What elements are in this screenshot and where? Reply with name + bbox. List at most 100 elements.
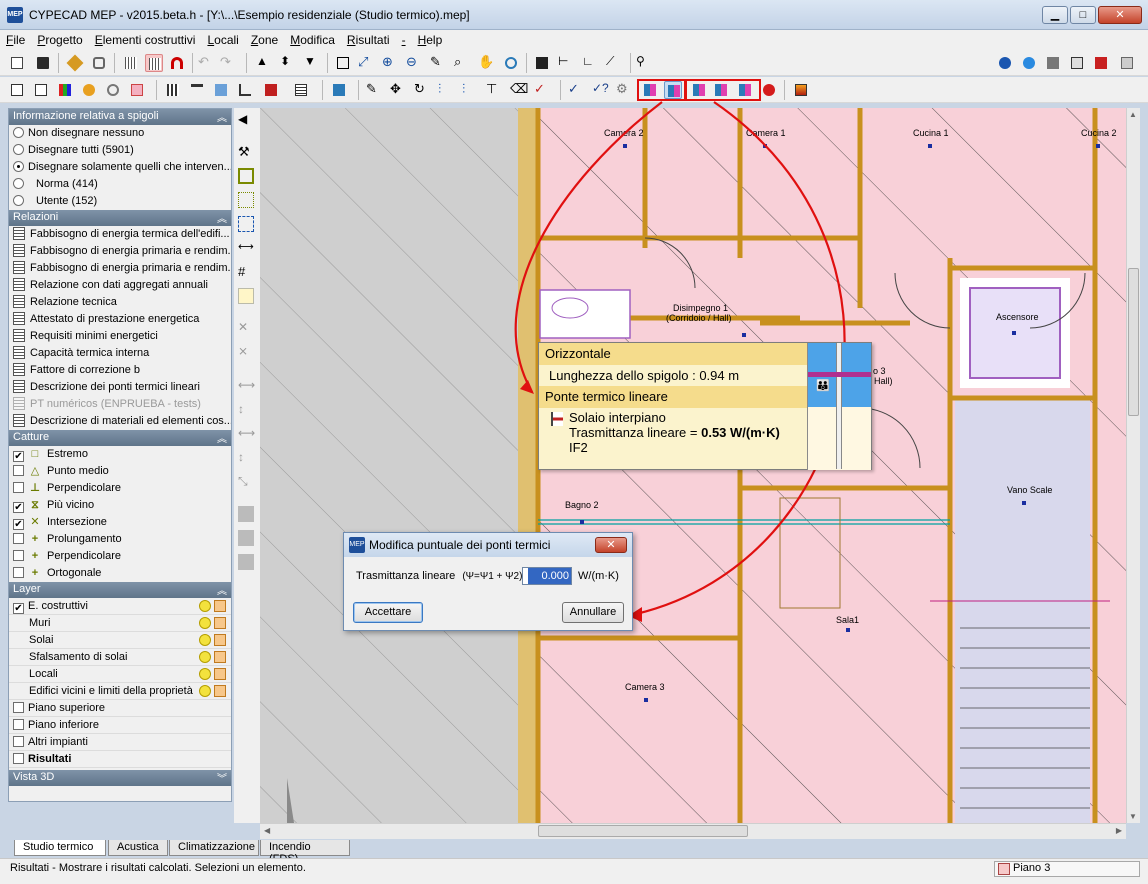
link-icon[interactable]	[104, 81, 122, 99]
radio-button[interactable]	[13, 161, 24, 172]
3d-view-icon[interactable]	[533, 54, 551, 72]
pen-icon[interactable]: ✎	[430, 54, 448, 72]
copy-mirror-icon[interactable]: ⫶	[462, 81, 480, 99]
dialog-close-button[interactable]: ✕	[595, 537, 627, 553]
center-snap-icon[interactable]	[238, 192, 254, 208]
web-globe-icon[interactable]	[1020, 54, 1038, 72]
layer-visibility-icon[interactable]	[199, 668, 227, 681]
diagonal-arrows-icon[interactable]: ⤡	[238, 474, 254, 490]
pattern-icon[interactable]	[238, 216, 254, 232]
snap-option[interactable]: ⊥ Perpendicolare	[9, 480, 231, 497]
document-icon[interactable]	[32, 81, 50, 99]
info-option[interactable]: Non disegnare nessuno	[9, 125, 231, 142]
horizontal-arrows-icon[interactable]: ⟷	[238, 378, 255, 394]
search-binoculars-icon[interactable]: ⚲	[636, 54, 654, 72]
snap-option[interactable]: ✔ ⧖ Più vicino	[9, 497, 231, 514]
horizontal-arrows-2-icon[interactable]: ⟷	[238, 426, 255, 442]
table-tool-icon[interactable]	[292, 81, 310, 99]
floor-updown-icon[interactable]: ⬍	[280, 54, 298, 72]
measure-icon[interactable]: ⟋	[606, 54, 624, 72]
angle-icon[interactable]: ∟	[582, 54, 600, 72]
undo-icon[interactable]: ↶	[198, 54, 216, 72]
layer-item[interactable]: Piano inferiore	[9, 717, 231, 734]
square-snap-icon[interactable]	[238, 168, 254, 184]
menu-separator[interactable]: -	[396, 30, 412, 47]
layer-item[interactable]: Edifici vicini e limiti della proprietà	[9, 683, 231, 700]
report-item[interactable]: Descrizione di materiali ed elementi cos…	[9, 413, 231, 430]
color-bars-icon[interactable]	[56, 81, 74, 99]
current-floor[interactable]: Piano 3	[994, 861, 1140, 877]
comment-icon[interactable]	[238, 288, 254, 304]
report-item[interactable]: Fattore di correzione b	[9, 362, 231, 379]
relazioni-section-header[interactable]: Relazioni ︽	[9, 210, 231, 226]
vertical-scrollbar[interactable]: ▲ ▼	[1126, 108, 1140, 823]
dimension-icon[interactable]: ⊢	[558, 54, 576, 72]
layer-visibility-icon[interactable]	[199, 651, 227, 664]
snap-checkbox[interactable]	[13, 482, 24, 493]
report-item[interactable]: Descrizione dei ponti termici lineari	[9, 379, 231, 396]
tab-climatizzazione[interactable]: Climatizzazione	[169, 840, 259, 856]
vertical-arrows-2-icon[interactable]: ↕	[238, 450, 254, 466]
hatch-icon[interactable]: #	[238, 264, 254, 280]
info-option[interactable]: Utente (152)	[9, 193, 231, 210]
snap-option[interactable]: ✔ ✕ Intersezione	[9, 514, 231, 531]
menu-file[interactable]: File	[0, 30, 31, 47]
move-element-icon[interactable]	[330, 81, 348, 99]
info-option[interactable]: Norma (414)	[9, 176, 231, 193]
column-1-icon[interactable]	[238, 506, 254, 522]
grid-active-icon[interactable]	[145, 54, 163, 72]
display-options-icon[interactable]	[128, 81, 146, 99]
layer-item[interactable]: Sfalsamento di solai	[9, 649, 231, 666]
layer-visibility-icon[interactable]	[199, 617, 227, 630]
snap-checkbox[interactable]: ✔	[13, 502, 24, 513]
radio-button[interactable]	[13, 178, 24, 189]
menu-zone[interactable]: Zone	[245, 30, 284, 47]
export-icon[interactable]	[1068, 54, 1086, 72]
help-icon[interactable]	[996, 54, 1014, 72]
catture-section-header[interactable]: Catture ︽	[9, 430, 231, 446]
layer-visibility-icon[interactable]	[199, 600, 227, 613]
wall-tool-icon[interactable]	[164, 81, 182, 99]
snap-option[interactable]: ✔ □ Estremo	[9, 446, 231, 463]
zoom-window-icon[interactable]	[334, 54, 352, 72]
edit-pencil-icon[interactable]: ✎	[366, 81, 384, 99]
snap-checkbox[interactable]	[13, 533, 24, 544]
info-option[interactable]: Disegnare tutti (5901)	[9, 142, 231, 159]
redo-icon[interactable]: ↷	[220, 54, 238, 72]
report-item[interactable]: Requisiti minimi energetici	[9, 328, 231, 345]
check-question-icon[interactable]: ✓?	[592, 81, 610, 99]
report-icon[interactable]	[8, 81, 26, 99]
refresh-view-icon[interactable]	[502, 54, 520, 72]
layer-checkbox[interactable]	[13, 753, 24, 764]
info-option[interactable]: Disegnare solamente quelli che interven.…	[9, 159, 231, 176]
dll-icon[interactable]	[1118, 54, 1136, 72]
save-icon[interactable]	[34, 54, 52, 72]
new-file-icon[interactable]	[8, 54, 26, 72]
badge-icon[interactable]	[80, 81, 98, 99]
report-item[interactable]: Relazione con dati aggregati annuali	[9, 277, 231, 294]
layer-item[interactable]: Muri	[9, 615, 231, 632]
pan-hand-icon[interactable]: ✋	[478, 54, 496, 72]
layer-item[interactable]: Piano superiore	[9, 700, 231, 717]
snap-option[interactable]: + Perpendicolare	[9, 548, 231, 565]
menu-elementi-costruttivi[interactable]: Elementi costruttivi	[89, 30, 202, 47]
snap-checkbox[interactable]	[13, 465, 24, 476]
report-item[interactable]: Attestato di prestazione energetica	[9, 311, 231, 328]
tab-incendio[interactable]: Incendio (FDS)	[260, 840, 350, 865]
trasmittanza-input[interactable]	[522, 567, 572, 585]
print-icon[interactable]	[1044, 54, 1062, 72]
horizontal-scroll-thumb[interactable]	[538, 825, 748, 837]
zoom-in-icon[interactable]: ⊕	[382, 54, 400, 72]
dimension-line-icon[interactable]: ⟷	[238, 240, 254, 256]
menu-locali[interactable]: Locali	[201, 30, 244, 47]
snap-checkbox[interactable]: ✔	[13, 519, 24, 530]
layer-item[interactable]: Risultati	[9, 751, 231, 768]
exit-icon[interactable]	[1092, 54, 1110, 72]
layer-visibility-icon[interactable]	[199, 634, 227, 647]
snap-option[interactable]: + Prolungamento	[9, 531, 231, 548]
report-item[interactable]: Fabbisogno di energia primaria e rendim.…	[9, 260, 231, 277]
layer-item[interactable]: Altri impianti	[9, 734, 231, 751]
tab-acustica[interactable]: Acustica	[108, 840, 168, 856]
menu-help[interactable]: Help	[412, 30, 449, 47]
vertical-scroll-thumb[interactable]	[1128, 268, 1139, 416]
